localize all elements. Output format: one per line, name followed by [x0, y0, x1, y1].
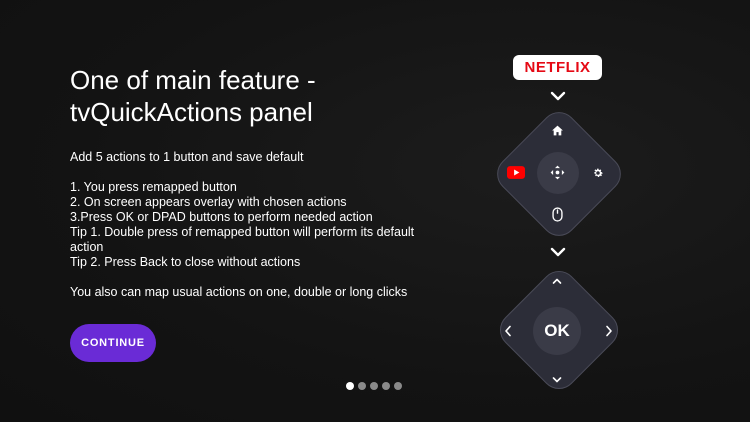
page-dot-4[interactable] [382, 382, 390, 390]
page-dot-2[interactable] [358, 382, 366, 390]
youtube-icon [507, 166, 525, 179]
chevron-right-icon [606, 325, 612, 337]
feature-description: Add 5 actions to 1 button and save defau… [70, 150, 415, 299]
mouse-icon [552, 207, 563, 222]
onboarding-screen: One of main feature - tvQuickActions pan… [0, 0, 750, 422]
page-dot-5[interactable] [394, 382, 402, 390]
page-dot-3[interactable] [370, 382, 378, 390]
page-title: One of main feature - tvQuickActions pan… [70, 65, 316, 127]
chevron-down-icon [550, 247, 566, 257]
page-dot-1[interactable] [346, 382, 354, 390]
dpad-move-icon [550, 165, 565, 180]
chevron-down-icon [550, 91, 566, 101]
chevron-down-icon [552, 377, 562, 383]
netflix-logo: NETFLIX [513, 55, 602, 80]
home-icon [552, 125, 563, 136]
chevron-up-icon [552, 278, 562, 284]
continue-button[interactable]: CONTINUE [70, 324, 156, 362]
ok-label: OK [544, 321, 570, 340]
page-indicator [346, 382, 402, 390]
gear-icon [594, 168, 603, 178]
chevron-left-icon [505, 325, 511, 337]
